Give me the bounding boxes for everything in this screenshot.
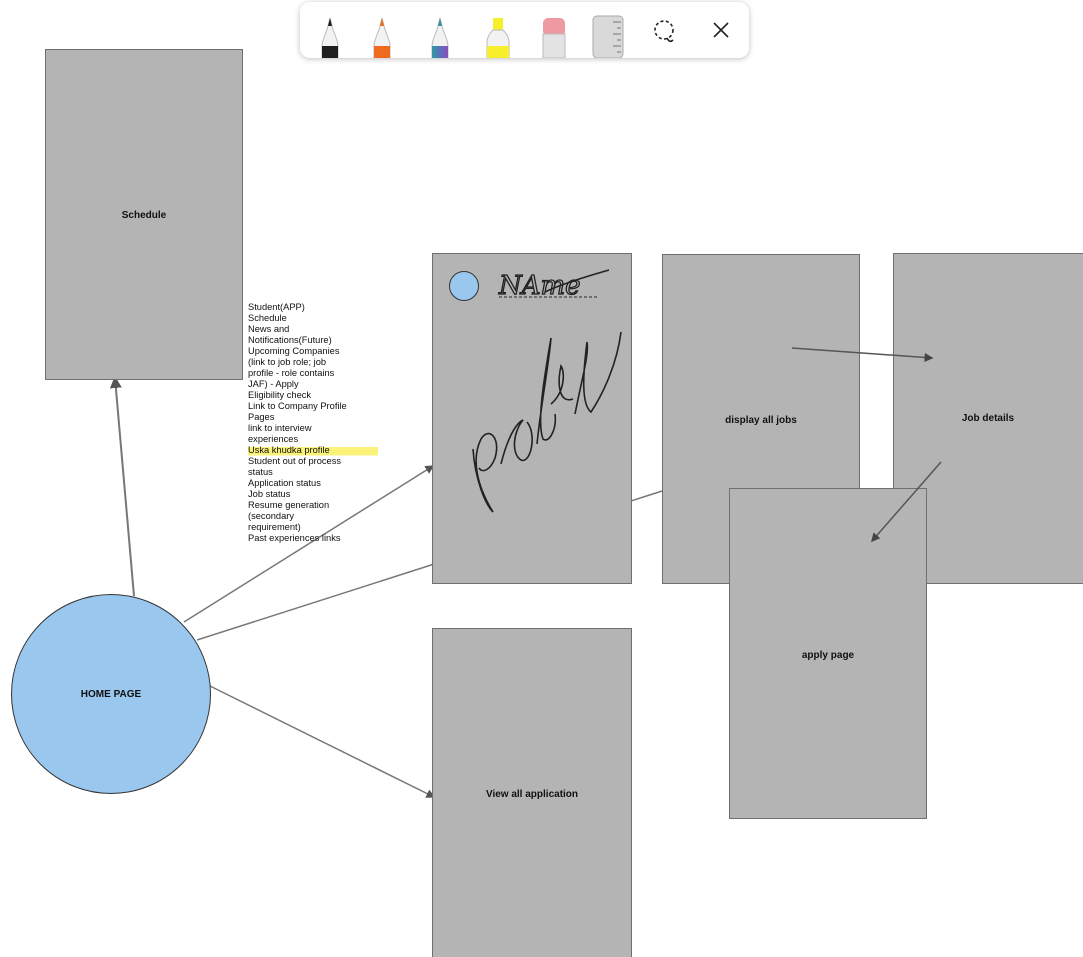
connector-home-to-schedule [109, 376, 135, 597]
note-line: Pages [248, 412, 275, 422]
yellow-highlighter-tool[interactable] [475, 2, 519, 58]
pen-toolbar [300, 2, 749, 58]
profile-handwriting [472, 331, 622, 513]
home-page-label: HOME PAGE [80, 689, 142, 700]
note-line: profile - role contains [248, 368, 335, 378]
view-all-application-box[interactable]: View all application [432, 628, 632, 957]
apply-page-label: apply page [801, 650, 855, 661]
note-line: (link to job role; job [248, 357, 327, 367]
note-line: Application status [248, 478, 321, 488]
note-line: Link to Company Profile [248, 401, 347, 411]
note-line: News and [248, 324, 290, 334]
orange-pen-tool[interactable] [360, 2, 404, 58]
apply-page-box[interactable]: apply page [729, 488, 927, 819]
handwritten-name: NAme [472, 269, 622, 513]
whiteboard-canvas[interactable]: Schedule Student(APP) Schedule News and Not… [0, 0, 1083, 957]
note-line: Notifications(Future) [248, 335, 332, 345]
home-page-circle[interactable]: HOME PAGE [11, 594, 211, 794]
note-line: Schedule [248, 313, 287, 323]
notes-text[interactable]: Student(APP) Schedule News and Notification… [248, 302, 378, 544]
note-line: Eligibility check [248, 390, 312, 400]
galaxy-pen-tool[interactable] [418, 2, 462, 58]
note-line: status [248, 467, 273, 477]
ruler-icon [592, 15, 624, 58]
display-all-jobs-label: display all jobs [725, 415, 797, 426]
note-line: Upcoming Companies [248, 346, 340, 356]
ruler-tool[interactable] [587, 2, 631, 58]
orange-pen-icon [373, 17, 391, 58]
galaxy-pen-icon [431, 17, 449, 58]
black-pen-icon [321, 17, 339, 58]
job-details-label: Job details [961, 413, 1015, 424]
eraser-tool[interactable] [532, 2, 576, 58]
lasso-select-icon [654, 20, 674, 43]
profile-box[interactable]: NAme [432, 253, 632, 584]
note-line: JAF) - Apply [248, 379, 299, 389]
highlighter-icon [486, 18, 510, 58]
schedule-label: Schedule [121, 210, 167, 221]
close-toolbar-button[interactable] [699, 2, 743, 58]
note-line: link to interview [248, 423, 312, 433]
schedule-box[interactable]: Schedule [45, 49, 243, 380]
note-line: Resume generation [248, 500, 330, 510]
note-line: Job status [248, 489, 291, 499]
connector-home-to-applications [209, 685, 436, 798]
note-line: Past experiences links [248, 533, 341, 543]
black-pen-tool[interactable] [308, 2, 352, 58]
close-icon [713, 22, 729, 38]
view-all-application-label: View all application [485, 789, 579, 800]
note-line: experiences [248, 434, 299, 444]
note-line: Uska khudka profile [248, 445, 378, 456]
note-line: Student out of process [248, 456, 342, 466]
note-line: (secondary [248, 511, 294, 521]
eraser-icon [542, 18, 566, 58]
note-line: requirement) [248, 522, 301, 532]
lasso-select-tool[interactable] [643, 2, 687, 58]
note-line: Student(APP) [248, 302, 305, 312]
